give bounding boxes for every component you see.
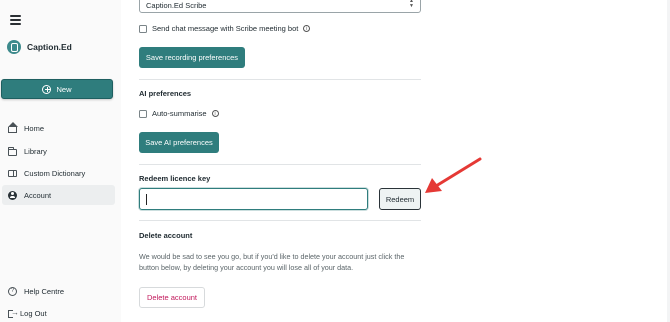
sidebar-item-library[interactable]: Library [2, 141, 115, 161]
licence-key-input[interactable] [139, 188, 368, 210]
menu-icon[interactable] [10, 15, 21, 25]
divider [139, 164, 421, 165]
sidebar-item-log-out[interactable]: Log Out [2, 303, 115, 322]
logout-icon [8, 308, 19, 318]
auto-summarise-row: Auto-summarise i [139, 109, 219, 118]
send-chat-row: Send chat message with Scribe meeting bo… [139, 24, 311, 33]
sidebar-item-label: Account [24, 190, 52, 200]
select-value: Caption.Ed Scribe [146, 0, 207, 10]
select-arrows-icon: ▲ ▼ [409, 0, 414, 9]
send-chat-checkbox[interactable] [139, 24, 147, 33]
redeem-licence-heading: Redeem licence key [139, 174, 211, 183]
sidebar-item-label: Help Centre [24, 286, 65, 296]
save-ai-preferences-button[interactable]: Save AI preferences [139, 132, 219, 153]
account-icon [8, 190, 17, 200]
home-icon [8, 121, 18, 133]
sidebar-item-label: Library [24, 146, 47, 156]
scribe-bot-name-select[interactable]: Caption.Ed Scribe ▲ ▼ [139, 0, 421, 13]
account-settings: Caption.Ed Scribe ▲ ▼ Send chat message w… [121, 0, 670, 322]
redeem-button[interactable]: Redeem [379, 188, 421, 210]
sidebar-item-account[interactable]: Account [2, 185, 115, 205]
delete-account-description: We would be sad to see you go, but if yo… [139, 252, 405, 272]
info-icon[interactable]: i [303, 25, 311, 32]
save-recording-preferences-button[interactable]: Save recording preferences [139, 47, 245, 68]
sidebar-item-label: Home [24, 123, 45, 133]
auto-summarise-label: Auto-summarise [152, 109, 207, 118]
sidebar-item-label: Log Out [20, 308, 47, 318]
sidebar-item-home[interactable]: Home [2, 118, 115, 138]
brand-name: Caption.Ed [27, 42, 72, 52]
sidebar-item-custom-dictionary[interactable]: Custom Dictionary [2, 163, 115, 183]
brand: Caption.Ed [7, 40, 72, 54]
plus-circle-icon [42, 84, 52, 94]
send-chat-label: Send chat message with Scribe meeting bo… [152, 24, 299, 33]
sidebar-item-help-centre[interactable]: ? Help Centre [2, 281, 115, 301]
help-icon: ? [8, 286, 17, 296]
new-button-label: New [56, 84, 72, 94]
book-icon [8, 169, 17, 177]
auto-summarise-checkbox[interactable] [139, 109, 147, 118]
divider [139, 220, 421, 221]
ai-preferences-heading: AI preferences [139, 89, 192, 98]
delete-account-button[interactable]: Delete account [139, 287, 205, 308]
divider [139, 79, 421, 80]
delete-account-heading: Delete account [139, 231, 193, 240]
folder-icon [8, 146, 17, 156]
new-button[interactable]: New [1, 79, 113, 99]
caption-ed-logo-icon [7, 40, 21, 54]
info-icon[interactable]: i [211, 110, 219, 117]
sidebar: Caption.Ed New Home Library Custom Dicti… [0, 0, 121, 322]
sidebar-item-label: Custom Dictionary [24, 168, 86, 178]
text-caret [146, 194, 147, 205]
